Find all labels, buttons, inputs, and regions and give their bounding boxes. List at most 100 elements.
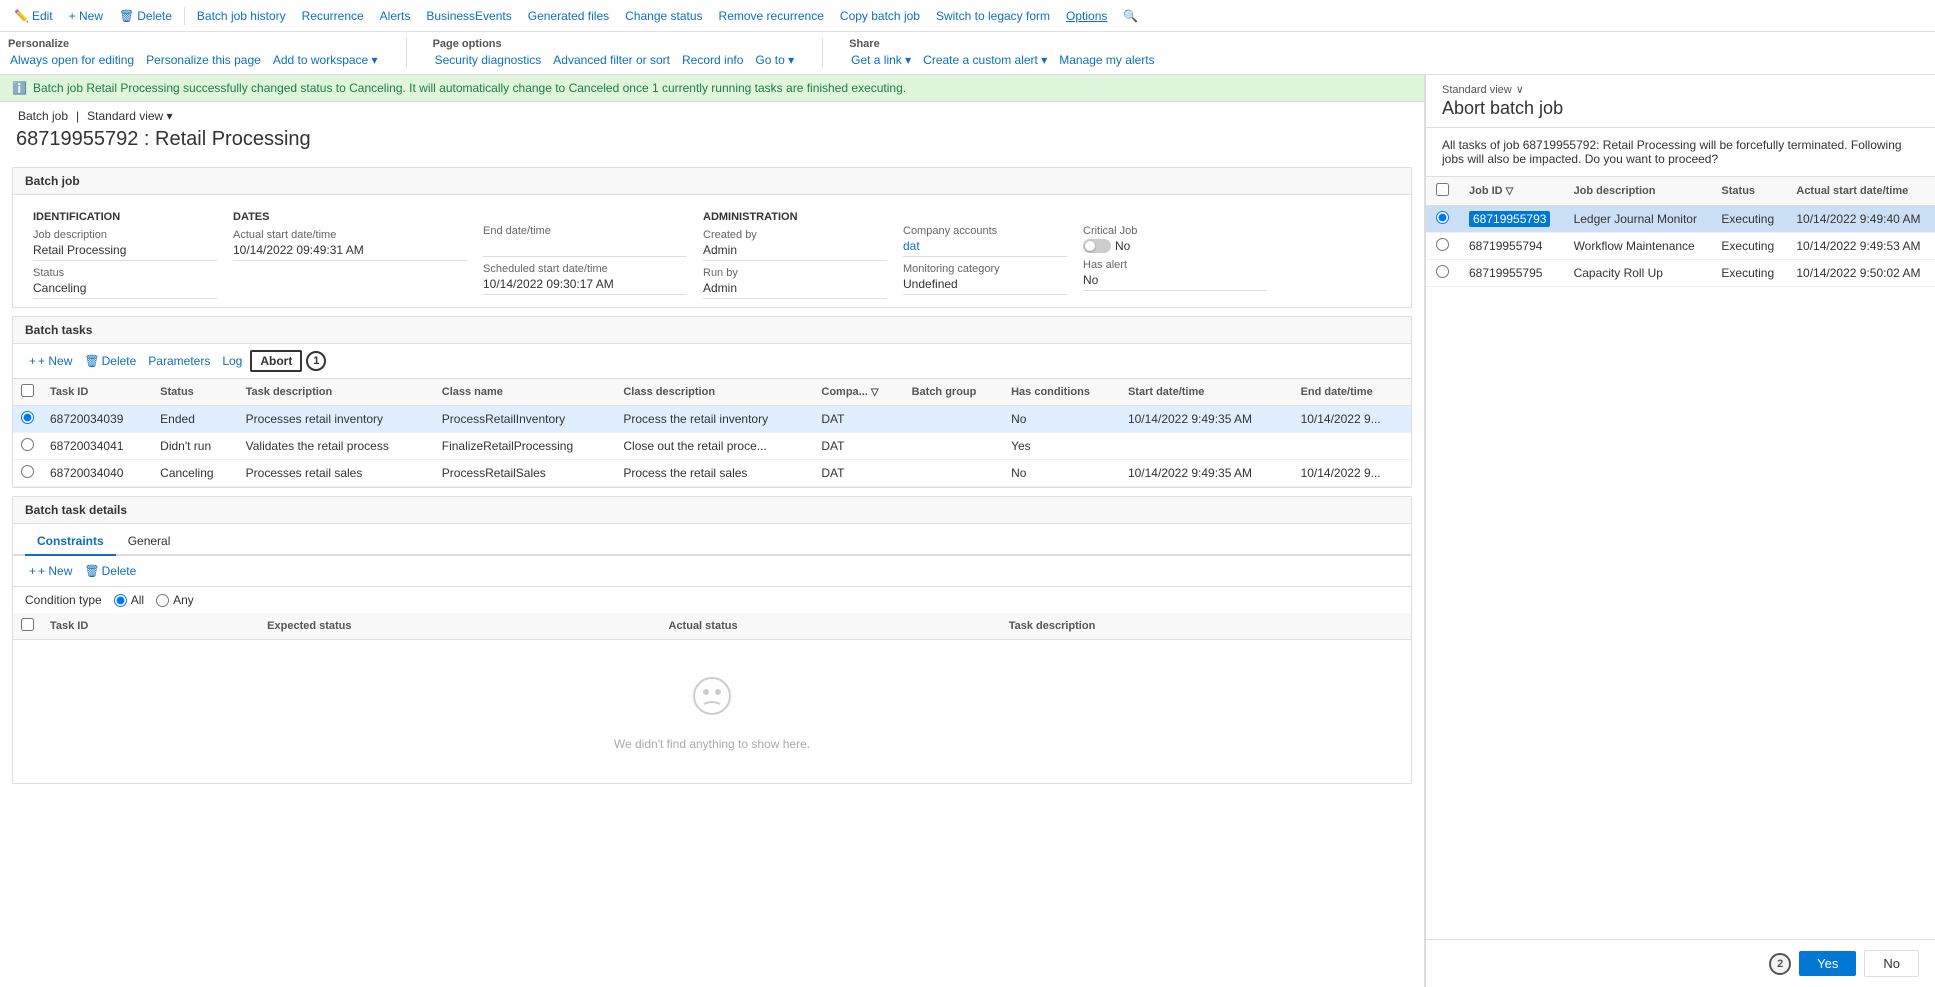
tasks-log-button[interactable]: Log: [218, 352, 246, 370]
main-toolbar: ✏️ Edit + New 🗑 Delete Batch job history…: [0, 0, 1935, 32]
abort-view-chevron[interactable]: ∨: [1516, 83, 1524, 96]
constraints-select-all[interactable]: [21, 618, 34, 631]
tasks-col-has-conditions: Has conditions: [1003, 379, 1120, 406]
task-row-radio-cell: [13, 433, 42, 460]
tasks-new-button[interactable]: + + New: [25, 352, 76, 370]
go-to[interactable]: Go to ▾: [753, 52, 796, 68]
page-options-title: Page options: [433, 38, 797, 50]
constraints-delete-button[interactable]: 🗑 Delete: [80, 562, 140, 580]
manage-alerts[interactable]: Manage my alerts: [1057, 52, 1156, 68]
tab-general[interactable]: General: [116, 528, 183, 556]
abort-table-row[interactable]: 68719955794 Workflow Maintenance Executi…: [1426, 233, 1935, 260]
recurrence-label: Recurrence: [302, 9, 364, 23]
condition-any-label[interactable]: Any: [156, 593, 194, 607]
personalize-items: Always open for editing Personalize this…: [8, 52, 380, 68]
generated-files-button[interactable]: Generated files: [522, 6, 615, 26]
new-button[interactable]: + New: [63, 6, 109, 26]
abort-col-check: [1426, 177, 1459, 206]
abort-row-radio[interactable]: [1436, 211, 1449, 224]
no-button[interactable]: No: [1864, 950, 1919, 977]
task-row-radio[interactable]: [21, 411, 34, 424]
business-events-button[interactable]: BusinessEvents: [420, 6, 517, 26]
share-group: Share Get a link ▾ Create a custom alert…: [849, 38, 1157, 68]
edit-label: Edit: [32, 9, 53, 23]
batch-job-history-button[interactable]: Batch job history: [191, 6, 292, 26]
delete-button[interactable]: 🗑 Delete: [113, 6, 178, 26]
options-button[interactable]: Options: [1060, 6, 1113, 26]
task-company-cell: DAT: [813, 460, 903, 487]
status-label: Status: [33, 267, 217, 279]
dates-label: DATES: [233, 211, 467, 223]
yes-button[interactable]: Yes: [1799, 951, 1856, 976]
switch-legacy-button[interactable]: Switch to legacy form: [930, 6, 1056, 26]
tasks-log-label: Log: [222, 354, 242, 368]
tasks-abort-button[interactable]: Abort: [250, 350, 302, 372]
constraints-col-task-id: Task ID: [42, 613, 259, 640]
tasks-col-task-desc: Task description: [238, 379, 434, 406]
constraints-delete-label: Delete: [102, 564, 137, 578]
abort-select-all[interactable]: [1436, 183, 1449, 196]
condition-all-radio[interactable]: [114, 594, 127, 607]
tasks-new-icon: +: [29, 354, 36, 368]
always-open-editing[interactable]: Always open for editing: [8, 52, 136, 68]
task-class-name-cell: ProcessRetailInventory: [434, 406, 616, 433]
create-alert[interactable]: Create a custom alert ▾: [921, 52, 1049, 68]
company-accounts-value[interactable]: dat: [903, 239, 1067, 257]
recurrence-button[interactable]: Recurrence: [296, 6, 370, 26]
table-row[interactable]: 68720034039 Ended Processes retail inven…: [13, 406, 1411, 433]
record-info[interactable]: Record info: [680, 52, 745, 68]
tasks-select-all[interactable]: [21, 384, 34, 397]
task-class-name-cell: FinalizeRetailProcessing: [434, 433, 616, 460]
search-button[interactable]: 🔍: [1117, 6, 1144, 26]
tasks-col-start: Start date/time: [1120, 379, 1293, 406]
batch-task-details-title: Batch task details: [25, 503, 127, 517]
task-start-cell: [1120, 433, 1293, 460]
change-status-button[interactable]: Change status: [619, 6, 708, 26]
task-company-cell: DAT: [813, 406, 903, 433]
breadcrumb-standard-view[interactable]: Standard view ▾: [85, 108, 174, 124]
scheduled-start-value: 10/14/2022 09:30:17 AM: [483, 277, 687, 295]
table-row[interactable]: 68720034040 Canceling Processes retail s…: [13, 460, 1411, 487]
security-diagnostics[interactable]: Security diagnostics: [433, 52, 544, 68]
add-workspace[interactable]: Add to workspace ▾: [271, 52, 380, 68]
task-row-radio[interactable]: [21, 465, 34, 478]
actual-start-value: 10/14/2022 09:49:31 AM: [233, 243, 467, 261]
advanced-filter[interactable]: Advanced filter or sort: [551, 52, 672, 68]
job-description-label: Job description: [33, 229, 217, 241]
table-row[interactable]: 68720034041 Didn't run Validates the ret…: [13, 433, 1411, 460]
personalize-page[interactable]: Personalize this page: [144, 52, 263, 68]
abort-row-radio[interactable]: [1436, 265, 1449, 278]
abort-job-id-cell: 68719955794: [1459, 233, 1564, 260]
tab-constraints[interactable]: Constraints: [25, 528, 116, 556]
monitoring-value: Undefined: [903, 277, 1067, 295]
critical-job-toggle[interactable]: [1083, 239, 1111, 253]
task-end-cell: 10/14/2022 9...: [1293, 406, 1411, 433]
task-batch-group-cell: [904, 406, 1004, 433]
abort-table-row[interactable]: 68719955795 Capacity Roll Up Executing 1…: [1426, 260, 1935, 287]
batch-task-details-header[interactable]: Batch task details: [13, 497, 1411, 524]
condition-all-label[interactable]: All: [114, 593, 144, 607]
page-options-group: Page options Security diagnostics Advanc…: [433, 38, 797, 68]
breadcrumb-batch-job[interactable]: Batch job: [16, 108, 70, 124]
tasks-delete-button[interactable]: 🗑 Delete: [80, 352, 140, 370]
abort-job-desc-cell: Ledger Journal Monitor: [1564, 206, 1712, 233]
edit-button[interactable]: ✏️ Edit: [8, 6, 59, 26]
get-link[interactable]: Get a link ▾: [849, 52, 913, 68]
tasks-parameters-button[interactable]: Parameters: [144, 352, 214, 370]
condition-any-radio[interactable]: [156, 594, 169, 607]
tasks-col-check: [13, 379, 42, 406]
alerts-button[interactable]: Alerts: [374, 6, 417, 26]
abort-row-radio[interactable]: [1436, 238, 1449, 251]
share-items: Get a link ▾ Create a custom alert ▾ Man…: [849, 52, 1157, 68]
remove-recurrence-button[interactable]: Remove recurrence: [713, 6, 830, 26]
tasks-table: Task ID Status Task description Class na…: [13, 379, 1411, 487]
copy-batch-job-button[interactable]: Copy batch job: [834, 6, 926, 26]
batch-job-section-header[interactable]: Batch job: [13, 168, 1411, 195]
tasks-parameters-label: Parameters: [148, 354, 210, 368]
abort-table-row[interactable]: 68719955793 Ledger Journal Monitor Execu…: [1426, 206, 1935, 233]
batch-job-section: Batch job IDENTIFICATION Job description…: [12, 167, 1412, 308]
constraints-new-button[interactable]: + + New: [25, 562, 76, 580]
task-class-name-cell: ProcessRetailSales: [434, 460, 616, 487]
batch-tasks-header[interactable]: Batch tasks: [13, 317, 1411, 344]
task-row-radio[interactable]: [21, 438, 34, 451]
